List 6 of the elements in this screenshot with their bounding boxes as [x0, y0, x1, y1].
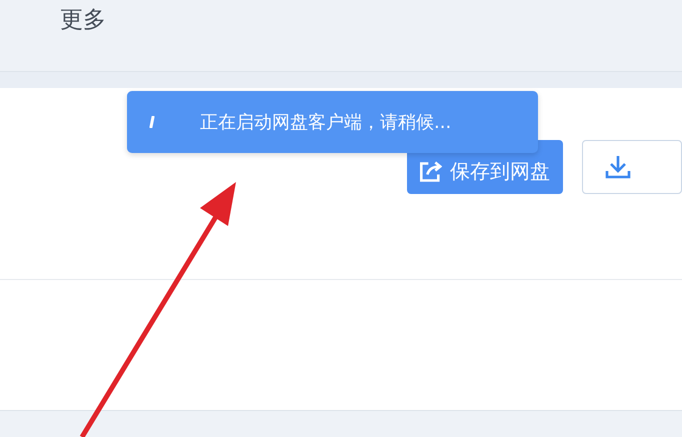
download-button[interactable] [582, 140, 682, 194]
toast-message: 正在启动网盘客户端，请稍候... [200, 111, 452, 134]
more-menu[interactable]: 更多 [60, 4, 106, 36]
download-icon [605, 154, 631, 180]
share-icon [420, 160, 442, 182]
loading-icon [149, 116, 155, 128]
